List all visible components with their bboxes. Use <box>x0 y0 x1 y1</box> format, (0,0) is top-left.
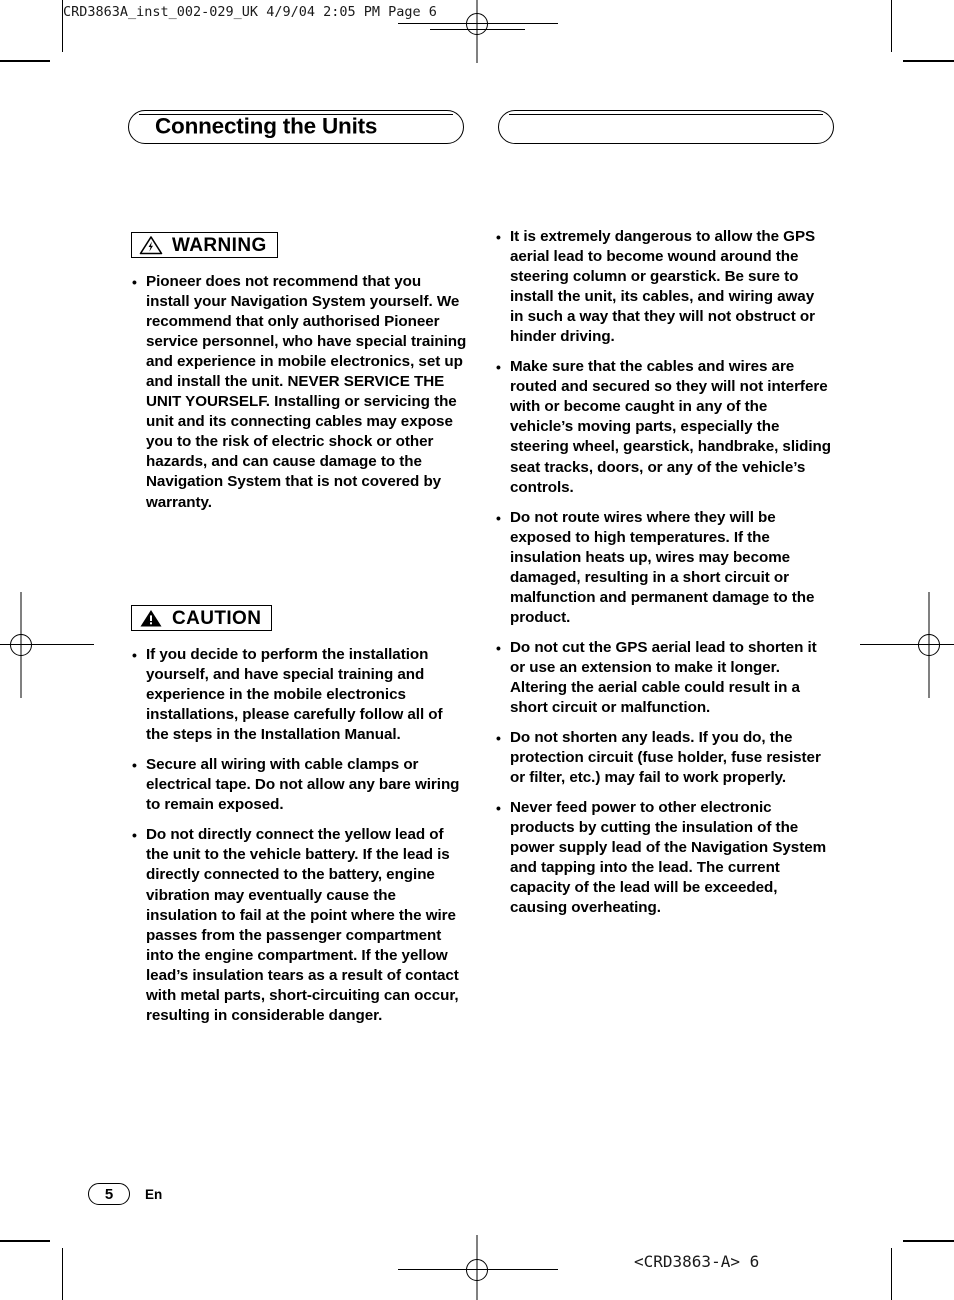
crop-mark-bottom-right-horizontal <box>903 1240 954 1242</box>
list-item: Pioneer does not recommend that you inst… <box>131 272 467 513</box>
printer-slug-text: CRD3863A_inst_002-029_UK 4/9/04 2:05 PM … <box>63 4 437 20</box>
list-item: Never feed power to other electronic pro… <box>495 798 831 918</box>
caution-label-text: CAUTION <box>172 607 262 629</box>
crop-mark-top-right-horizontal <box>903 60 954 62</box>
document-page: CRD3863A_inst_002-029_UK 4/9/04 2:05 PM … <box>0 0 954 1300</box>
registration-mark-right <box>860 592 954 698</box>
caution-bullet-list: If you decide to perform the installatio… <box>131 645 467 1026</box>
caution-triangle-exclamation-icon <box>140 610 162 627</box>
warning-label-box: WARNING <box>131 232 278 258</box>
list-item: Secure all wiring with cable clamps or e… <box>131 755 467 815</box>
registration-mark-top <box>398 0 558 63</box>
caution-column: If you decide to perform the installatio… <box>131 645 467 1026</box>
section-title-bar: Connecting the Units <box>128 110 464 144</box>
list-item: Make sure that the cables and wires are … <box>495 357 831 497</box>
crop-mark-top-left-horizontal <box>0 60 50 62</box>
crop-mark-bottom-right-vertical <box>891 1248 892 1300</box>
secondary-title-bar <box>498 110 834 144</box>
list-item: If you decide to perform the installatio… <box>131 645 467 745</box>
crop-mark-bottom-left-horizontal <box>0 1240 50 1242</box>
page-title: Connecting the Units <box>155 113 378 139</box>
secondary-title-bar-inner-rule <box>509 114 823 115</box>
crop-mark-top-right-vertical <box>891 0 892 52</box>
list-item: Do not shorten any leads. If you do, the… <box>495 728 831 788</box>
list-item: Do not directly connect the yellow lead … <box>131 825 467 1025</box>
warning-column: Pioneer does not recommend that you inst… <box>131 272 467 513</box>
registration-mark-left <box>0 592 94 698</box>
caution-continued-column: It is extremely dangerous to allow the G… <box>495 227 831 919</box>
crop-mark-bottom-left-vertical <box>62 1248 63 1300</box>
caution-continued-bullet-list: It is extremely dangerous to allow the G… <box>495 227 831 919</box>
document-code-footer: <CRD3863-A> 6 <box>634 1252 760 1271</box>
printer-slug-rule <box>430 29 525 30</box>
registration-mark-bottom <box>398 1235 558 1300</box>
list-item: Do not cut the GPS aerial lead to shorte… <box>495 638 831 718</box>
list-item: It is extremely dangerous to allow the G… <box>495 227 831 347</box>
caution-label-box: CAUTION <box>131 605 273 631</box>
list-item: Do not route wires where they will be ex… <box>495 508 831 628</box>
warning-label-text: WARNING <box>172 234 267 256</box>
language-label: En <box>145 1187 163 1202</box>
page-number-badge: 5 <box>88 1183 130 1205</box>
warning-bullet-list: Pioneer does not recommend that you inst… <box>131 272 467 513</box>
warning-triangle-lightning-icon <box>139 236 163 255</box>
